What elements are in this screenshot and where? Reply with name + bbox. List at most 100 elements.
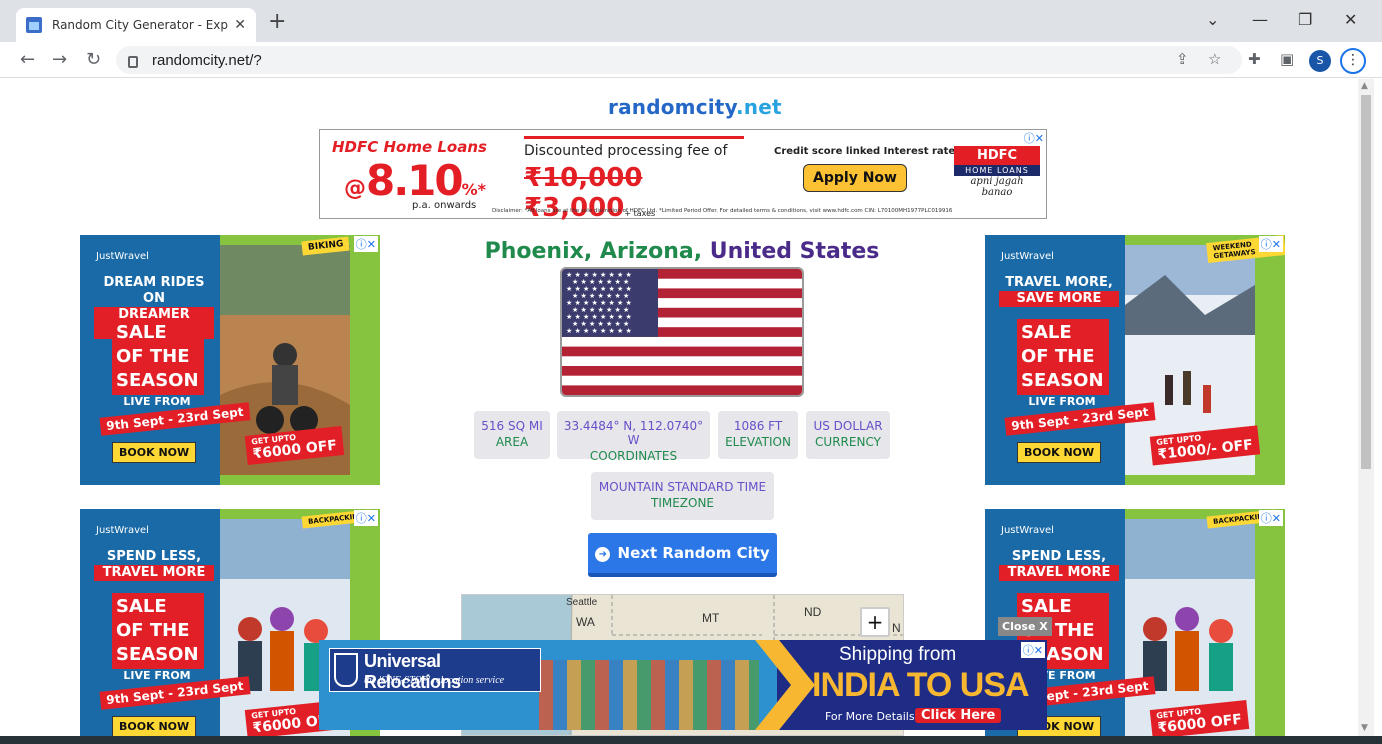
ad-ship-containers <box>539 660 759 730</box>
state-name: Arizona, <box>599 239 703 264</box>
site-favicon-icon <box>26 17 42 33</box>
address-bar[interactable]: randomcity.net/? <box>116 46 1242 74</box>
next-random-city-button[interactable]: ➜ Next Random City <box>588 533 777 577</box>
map-label-seattle: Seattle <box>566 597 598 608</box>
url-text: randomcity.net/? <box>152 51 262 69</box>
side-ad-left-top[interactable]: JustWravel DREAM RIDES ONDREAMER DISCOUN… <box>80 235 380 485</box>
bottom-banner-ad[interactable]: Universal Relocations the 'ONE-STOP' rel… <box>319 640 1047 730</box>
ad-fee-line: Discounted processing fee of <box>524 136 744 159</box>
scroll-down-icon[interactable]: ▼ <box>1361 723 1368 733</box>
stat-label: ELEVATION <box>725 435 791 449</box>
map-label-nd: ND <box>804 605 822 619</box>
map-label-wa: WA <box>576 615 595 629</box>
ad-apply-now-button[interactable]: Apply Now <box>803 164 907 192</box>
ad-close-icon[interactable]: ⓘ✕ <box>1258 236 1283 252</box>
hdfc-logo-sub: HOME LOANS <box>954 165 1040 176</box>
lock-icon[interactable] <box>128 56 138 68</box>
ad-close-icon[interactable]: ⓘ✕ <box>353 236 378 252</box>
scroll-up-icon[interactable]: ▲ <box>1361 81 1368 91</box>
ad-sale: SALE OF THE SEASON <box>112 319 204 395</box>
ad-rate-value: 8.10 <box>366 156 464 205</box>
ad-headline: SPEND LESS, TRAVEL MORE <box>94 549 214 581</box>
share-icon[interactable]: ⇪ <box>1176 50 1189 68</box>
ad-live: LIVE FROM <box>123 669 191 682</box>
ad-close-icon[interactable]: ⓘ✕ <box>1024 130 1044 146</box>
ad-rate-panel: HDFC Home Loans @8.10%* p.a. onwards <box>320 130 510 218</box>
side-panel-icon[interactable]: ▣ <box>1280 50 1294 68</box>
stat-currency: US DOLLAR CURRENCY <box>806 411 890 459</box>
extensions-icon[interactable]: ✚ <box>1248 50 1261 68</box>
stat-label: COORDINATES <box>589 449 678 463</box>
stat-area: 516 SQ MI AREA <box>474 411 550 459</box>
bookmark-star-icon[interactable]: ☆ <box>1208 50 1221 68</box>
ad-disclaimer: Disclaimer: *All loans are at the sole d… <box>492 208 953 214</box>
ad-click-here-button[interactable]: Click Here <box>915 708 1002 723</box>
profile-avatar[interactable]: S <box>1309 50 1331 72</box>
tab-active[interactable]: Random City Generator - Explore ✕ <box>16 8 256 42</box>
restore-icon[interactable]: ❐ <box>1298 10 1312 29</box>
ad-sale: SALE OF THE SEASON <box>112 593 204 669</box>
back-icon[interactable]: ← <box>20 49 35 70</box>
ad-brand: JustWravel <box>1001 525 1054 536</box>
top-banner-ad[interactable]: HDFC Home Loans @8.10%* p.a. onwards Dis… <box>319 129 1047 223</box>
us-flag-icon: ★ ★ ★ ★ ★ ★ ★ ★ ★ ★ ★ ★ ★ ★ ★ ★ ★ ★ ★ ★ … <box>562 269 802 395</box>
ad-line2: TRAVEL MORE <box>94 565 214 581</box>
ad-line1: DREAM RIDES ON <box>103 275 205 306</box>
stat-label: TIMEZONE <box>650 496 715 510</box>
tab-title: Random City Generator - Explore <box>52 18 229 32</box>
ad-brand: JustWravel <box>96 251 149 262</box>
ad-brand: JustWravel <box>1001 251 1054 262</box>
ad-headline: SPEND LESS, TRAVEL MORE <box>999 549 1119 581</box>
ad-rate-prefix: @ <box>344 176 366 201</box>
ad-book-now-button[interactable]: BOOK NOW <box>112 716 197 736</box>
tab-bar: Random City Generator - Explore ✕ + ⌄ — … <box>0 0 1382 42</box>
map-zoom-in-button[interactable]: + <box>860 607 890 637</box>
svg-text:★ ★ ★ ★ ★ ★ ★ ★: ★ ★ ★ ★ ★ ★ ★ ★ <box>566 327 632 335</box>
ad-old-fee: ₹10,000 <box>524 163 643 193</box>
page-viewport: randomcity.net HDFC Home Loans @8.10%* p… <box>0 79 1358 736</box>
stat-value: 1086 FT <box>733 419 783 433</box>
country-flag: ★ ★ ★ ★ ★ ★ ★ ★ ★ ★ ★ ★ ★ ★ ★ ★ ★ ★ ★ ★ … <box>560 267 804 397</box>
side-ad-right-top[interactable]: JustWravel TRAVEL MORE, SAVE MORE SALE OF… <box>985 235 1285 485</box>
ad-line1: SPEND LESS, <box>1011 549 1107 564</box>
ad-pa: p.a. onwards <box>412 200 477 211</box>
page-scrollbar[interactable]: ▲ ▼ <box>1358 79 1374 736</box>
new-tab-button[interactable]: + <box>268 11 286 33</box>
reload-icon[interactable]: ↻ <box>86 49 101 70</box>
scroll-thumb[interactable] <box>1361 95 1371 469</box>
os-taskbar <box>0 736 1382 744</box>
minimize-icon[interactable]: — <box>1252 10 1268 29</box>
site-logo[interactable]: randomcity.net <box>608 95 782 119</box>
stat-elevation: 1086 FT ELEVATION <box>718 411 798 459</box>
ad-live: LIVE FROM <box>123 395 191 408</box>
close-ad-button[interactable]: Close X <box>998 617 1052 636</box>
ad-rate: @8.10%* <box>344 156 486 205</box>
hdfc-logo-name: HDFC <box>954 146 1040 165</box>
ad-company: Universal Relocations <box>364 651 461 692</box>
ad-book-now-button[interactable]: BOOK NOW <box>1017 442 1102 463</box>
ad-line2: SAVE MORE <box>999 291 1119 307</box>
stat-value: US DOLLAR <box>813 419 883 433</box>
ad-close-icon[interactable]: ⓘ✕ <box>353 510 378 526</box>
stat-coordinates: 33.4484° N, 112.0740° W COORDINATES <box>557 411 710 463</box>
ad-close-icon[interactable]: ⓘ✕ <box>1020 642 1045 658</box>
city-title: Phoenix, Arizona, United States <box>380 239 984 264</box>
ad-close-icon[interactable]: ⓘ✕ <box>1258 510 1283 526</box>
map-label-n: N <box>892 621 901 635</box>
tab-search-icon[interactable]: ⌄ <box>1206 10 1219 29</box>
forward-icon[interactable]: → <box>52 49 67 70</box>
stat-value: 516 SQ MI <box>481 419 543 433</box>
stat-value: MOUNTAIN STANDARD TIME <box>598 480 767 494</box>
ad-book-now-button[interactable]: BOOK NOW <box>112 442 197 463</box>
ad-line1: SPEND LESS, <box>106 549 202 564</box>
ad-hdfc-title: HDFC Home Loans <box>332 138 487 156</box>
browser-menu-icon[interactable]: ⋮ <box>1340 48 1366 74</box>
tab-close-icon[interactable]: ✕ <box>234 17 246 33</box>
country-name: United States <box>709 239 880 264</box>
logo-main: randomcity <box>608 95 736 119</box>
ad-sale: SALE OF THE SEASON <box>1017 319 1109 395</box>
ad-brand: JustWravel <box>96 525 149 536</box>
ad-route: INDIA TO USA <box>812 666 1030 704</box>
window-close-icon[interactable]: ✕ <box>1344 10 1357 29</box>
browser-toolbar: ← → ↻ randomcity.net/? ⇪ ☆ ✚ ▣ S ⋮ <box>0 42 1382 78</box>
